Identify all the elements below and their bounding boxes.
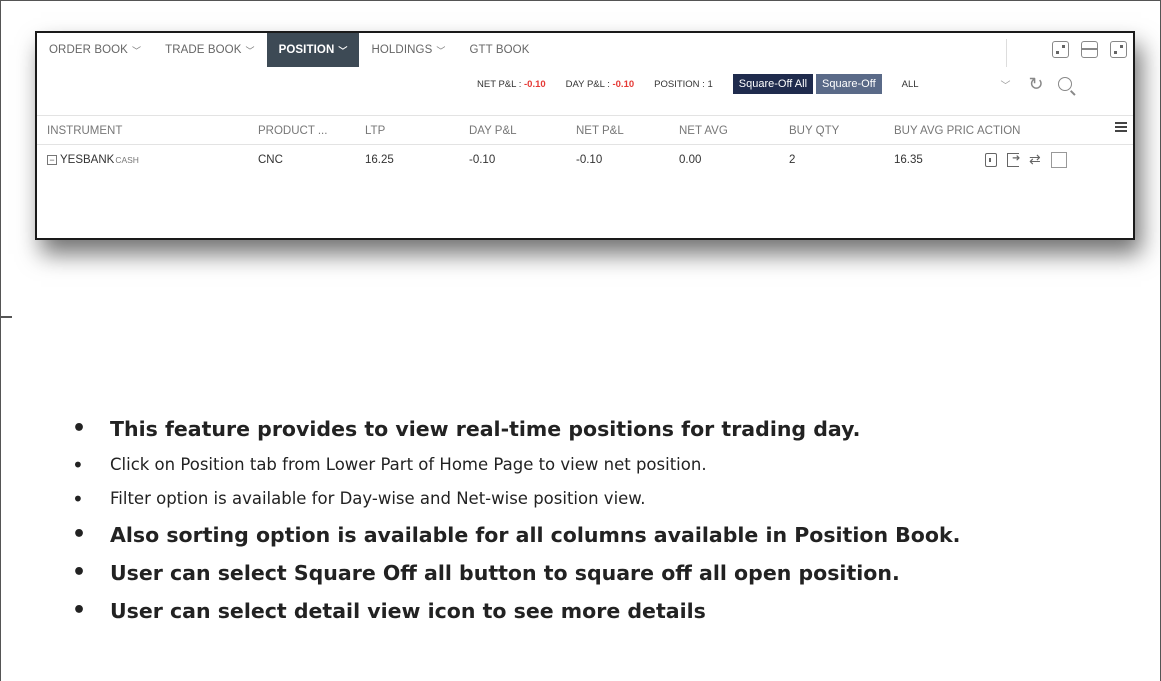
frame-divider: [0, 316, 12, 318]
select-checkbox[interactable]: [1050, 151, 1067, 168]
col-net-avg[interactable]: NET AVG: [679, 116, 728, 146]
tab-label: POSITION: [278, 44, 335, 56]
feature-bullets: This feature provides to view real-time …: [72, 410, 1152, 630]
split-view-icon[interactable]: [1081, 41, 1098, 58]
chevron-down-icon: ﹀: [131, 45, 142, 56]
col-instrument[interactable]: INSTRUMENT: [47, 116, 122, 146]
day-pl-label: DAY P&L :: [565, 78, 613, 90]
ltp-cell: 16.25: [365, 154, 394, 166]
day-pl-value: -0.10: [612, 78, 635, 90]
list-item: User can select Square Off all button to…: [72, 554, 1152, 592]
col-product[interactable]: PRODUCT ...: [258, 116, 327, 146]
table-header: INSTRUMENT PRODUCT ... LTP DAY P&L NET P…: [37, 115, 1133, 145]
tab-holdings[interactable]: HOLDINGS ﹀: [359, 33, 457, 67]
tab-trade-book[interactable]: TRADE BOOK ﹀: [153, 33, 267, 67]
net-pl-cell: -0.10: [576, 154, 603, 166]
chevron-down-icon: ﹀: [338, 45, 348, 56]
net-avg-cell: 0.00: [679, 154, 702, 166]
buy-avg-cell: 16.35: [894, 154, 923, 166]
symbol: YESBANK: [60, 154, 115, 166]
square-off-button[interactable]: Square-Off: [816, 74, 882, 94]
convert-icon[interactable]: ⇄: [1029, 151, 1041, 168]
column-menu-icon[interactable]: [1115, 122, 1127, 134]
instrument-cell: − YESBANK CASH: [47, 145, 139, 175]
maximize-icon[interactable]: [1110, 41, 1127, 58]
list-item: Click on Position tab from Lower Part of…: [72, 448, 1152, 482]
product-cell: CNC: [258, 154, 283, 166]
search-icon[interactable]: [1057, 77, 1072, 91]
col-buy-qty[interactable]: BUY QTY: [789, 116, 839, 146]
detail-view-icon[interactable]: [985, 152, 997, 167]
divider: [1006, 39, 1007, 67]
net-pl-value: -0.10: [524, 78, 546, 90]
popout-icon[interactable]: [1052, 41, 1069, 58]
list-item: This feature provides to view real-time …: [72, 410, 1152, 448]
net-pl-label: NET P&L :: [477, 78, 524, 90]
chevron-down-icon[interactable]: ﹀: [1001, 77, 1011, 92]
position-count: POSITION : 1: [654, 78, 713, 90]
day-pl-cell: -0.10: [469, 154, 496, 166]
filter-select[interactable]: ALL: [902, 79, 919, 90]
col-action: ACTION: [977, 125, 1021, 137]
tab-label: TRADE BOOK: [165, 44, 242, 56]
net-pl: NET P&L : -0.10: [477, 79, 546, 90]
tab-label: ORDER BOOK: [49, 44, 128, 56]
exit-position-icon[interactable]: [1007, 152, 1020, 167]
chevron-down-icon: ﹀: [436, 45, 446, 56]
list-item: Filter option is available for Day-wise …: [72, 482, 1152, 516]
col-ltp[interactable]: LTP: [365, 116, 385, 146]
table-row[interactable]: − YESBANK CASH CNC 16.25 -0.10 -0.10 0.00…: [37, 145, 1133, 175]
book-tabs: ORDER BOOK ﹀ TRADE BOOK ﹀ POSITION ﹀ HOLDIN…: [37, 33, 541, 67]
col-day-pl[interactable]: DAY P&L: [469, 116, 517, 146]
tab-gtt-book[interactable]: GTT BOOK: [457, 33, 541, 67]
segment: CASH: [115, 155, 139, 165]
row-actions: ⇄: [985, 151, 1067, 168]
square-off-all-button[interactable]: Square-Off All: [732, 74, 814, 94]
window-controls: [1052, 41, 1127, 58]
tab-position[interactable]: POSITION ﹀: [266, 33, 360, 67]
list-item: Also sorting option is available for all…: [72, 516, 1152, 554]
day-pl: DAY P&L : -0.10: [566, 79, 634, 90]
buy-qty-cell: 2: [789, 154, 796, 166]
position-summary: NET P&L : -0.10 DAY P&L : -0.10 POSITION…: [477, 73, 1072, 95]
refresh-icon[interactable]: ↻: [1029, 75, 1044, 93]
col-buy-avg[interactable]: BUY AVG PRIC: [894, 116, 974, 146]
tab-order-book[interactable]: ORDER BOOK ﹀: [37, 33, 153, 67]
tab-label: HOLDINGS: [371, 44, 433, 56]
col-net-pl[interactable]: NET P&L: [576, 116, 624, 146]
list-item: User can select detail view icon to see …: [72, 592, 1152, 630]
expand-icon[interactable]: −: [47, 155, 57, 165]
tab-label: GTT BOOK: [469, 44, 530, 56]
position-book-panel: ORDER BOOK ﹀ TRADE BOOK ﹀ POSITION ﹀ HOLDIN…: [35, 31, 1135, 240]
chevron-down-icon: ﹀: [245, 45, 255, 56]
